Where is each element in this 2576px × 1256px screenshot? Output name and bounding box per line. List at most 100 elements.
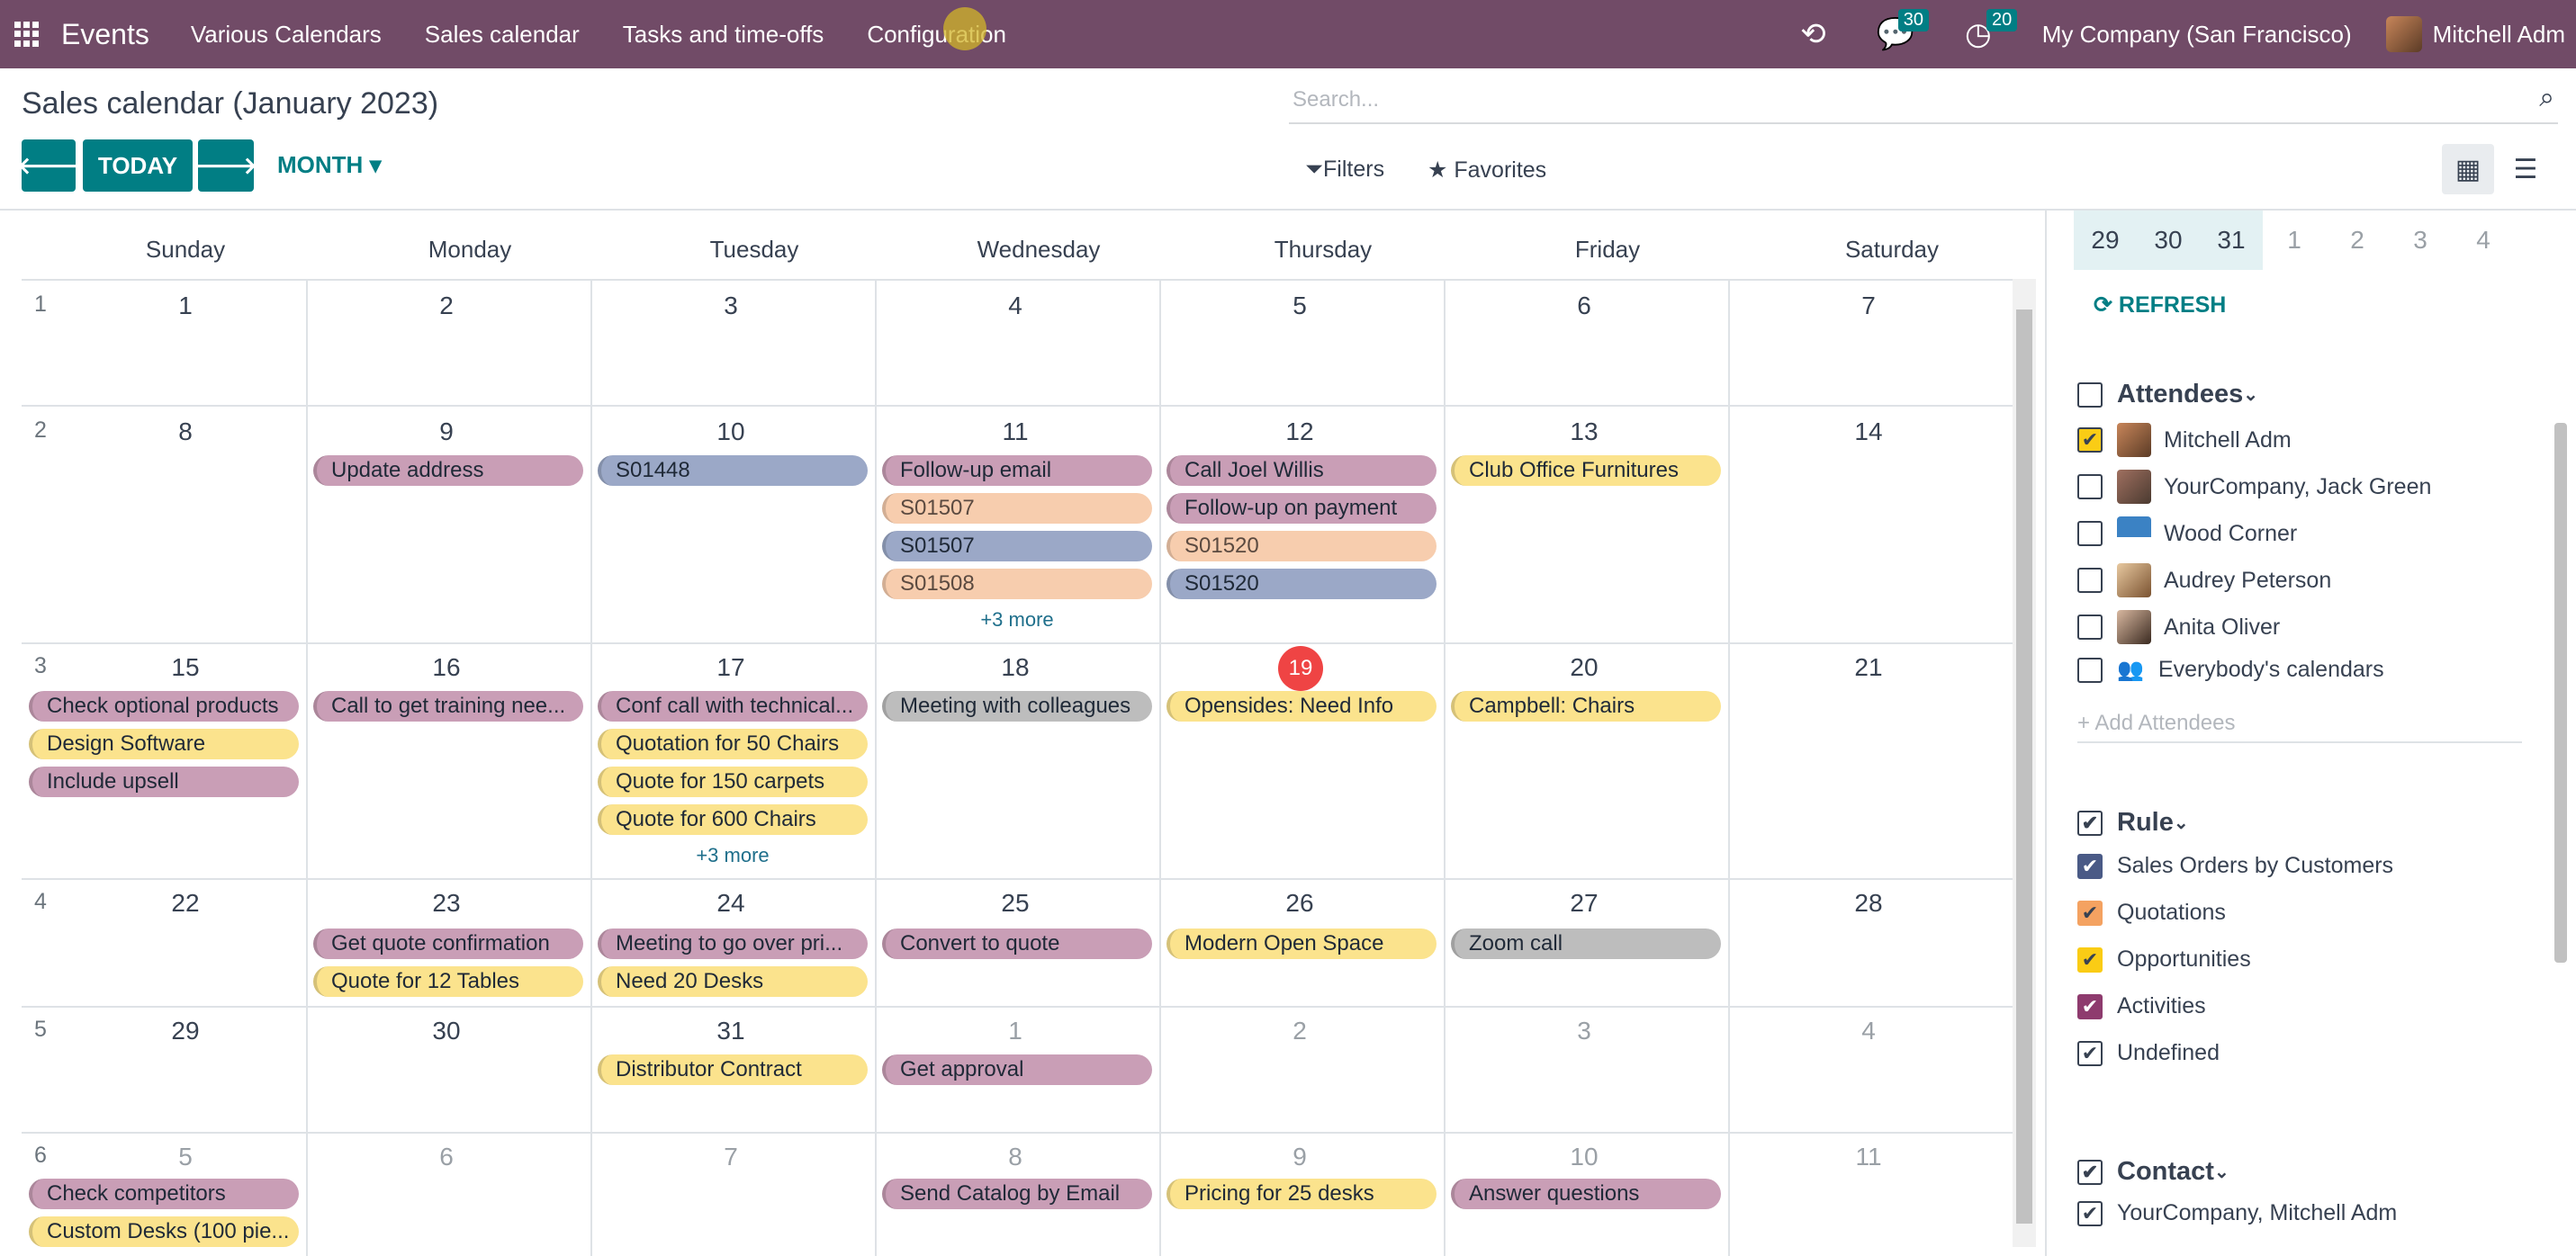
rule-checkbox[interactable]: ✔: [2077, 1040, 2103, 1066]
day-number[interactable]: 27: [1557, 889, 1611, 918]
month-scale-dropdown[interactable]: MONTH ▾: [277, 151, 382, 179]
user-avatar[interactable]: [2385, 16, 2422, 52]
more-events-link[interactable]: +3 more: [875, 608, 1159, 632]
day-number[interactable]: 2: [1273, 1017, 1327, 1045]
day-number[interactable]: 1: [988, 1017, 1042, 1045]
calendar-event[interactable]: Quote for 600 Chairs: [598, 804, 868, 835]
apps-menu-icon[interactable]: [14, 22, 40, 47]
contact-section-title[interactable]: ✔ Contact ⌄: [2077, 1157, 2229, 1187]
today-marker[interactable]: 19: [1278, 646, 1323, 691]
calendar-event[interactable]: Modern Open Space: [1166, 929, 1437, 959]
calendar-event[interactable]: Answer questions: [1451, 1179, 1721, 1209]
add-attendees-input[interactable]: + Add Attendees: [2077, 711, 2522, 743]
calendar-event[interactable]: Zoom call: [1451, 929, 1721, 959]
calendar-event[interactable]: Conf call with technical...: [598, 691, 868, 722]
day-number[interactable]: 2: [419, 292, 473, 320]
rule-filter-item[interactable]: ✔ Opportunities: [2077, 946, 2251, 973]
attendee-checkbox[interactable]: [2077, 657, 2103, 683]
rule-filter-item[interactable]: ✔ Quotations: [2077, 900, 2226, 926]
messages-icon[interactable]: 💬 30: [1877, 9, 1929, 52]
calendar-event[interactable]: Pricing for 25 desks: [1166, 1179, 1437, 1209]
calendar-event[interactable]: Design Software: [29, 729, 299, 759]
filters-toggle[interactable]: ⏷Filters: [1305, 157, 1384, 183]
day-number[interactable]: 16: [419, 653, 473, 682]
discuss-icon[interactable]: ⟲: [1800, 16, 1826, 52]
attendees-select-all-checkbox[interactable]: [2077, 381, 2103, 408]
rule-checkbox[interactable]: ✔: [2077, 993, 2103, 1019]
rule-filter-item[interactable]: ✔ Sales Orders by Customers: [2077, 853, 2393, 879]
day-number[interactable]: 12: [1273, 417, 1327, 446]
day-number[interactable]: 28: [1842, 889, 1896, 918]
more-events-link[interactable]: +3 more: [590, 844, 875, 867]
favorites-toggle[interactable]: ★ Favorites: [1428, 157, 1546, 184]
calendar-event[interactable]: S01520: [1166, 531, 1437, 561]
attendee-checkbox[interactable]: [2077, 568, 2103, 593]
attendee-filter-item[interactable]: YourCompany, Jack Green: [2077, 470, 2431, 504]
day-number[interactable]: 8: [988, 1143, 1042, 1171]
day-number[interactable]: 26: [1273, 889, 1327, 918]
day-number[interactable]: 6: [419, 1143, 473, 1171]
activities-icon[interactable]: ◷ 20: [1965, 9, 2018, 52]
contact-select-all-checkbox[interactable]: ✔: [2077, 1159, 2103, 1185]
calendar-event[interactable]: Send Catalog by Email: [882, 1179, 1152, 1209]
calendar-scroll-thumb[interactable]: [2016, 310, 2032, 1224]
day-number[interactable]: 22: [158, 889, 212, 918]
calendar-event[interactable]: S01508: [882, 569, 1152, 599]
calendar-event[interactable]: Update address: [313, 455, 583, 486]
contact-filter-item[interactable]: ✔ YourCompany, Mitchell Adm: [2077, 1200, 2397, 1226]
calendar-event[interactable]: Meeting with colleagues: [882, 691, 1152, 722]
day-number[interactable]: 17: [704, 653, 758, 682]
search-icon[interactable]: ⌕: [2539, 83, 2554, 113]
calendar-event[interactable]: Get approval: [882, 1054, 1152, 1085]
day-number[interactable]: 15: [158, 653, 212, 682]
day-number[interactable]: 8: [158, 417, 212, 446]
day-number[interactable]: 3: [704, 292, 758, 320]
search-input[interactable]: [1289, 79, 2464, 121]
calendar-grid[interactable]: 1 1 2 3 4 5 6 7 2 8 9 10 11 12 13 14 Upd…: [22, 279, 2013, 1256]
day-number[interactable]: 6: [1557, 292, 1611, 320]
calendar-event[interactable]: Follow-up email: [882, 455, 1152, 486]
calendar-event[interactable]: Quote for 150 carpets: [598, 767, 868, 797]
mini-day[interactable]: 1: [2263, 211, 2326, 270]
day-number[interactable]: 29: [158, 1017, 212, 1045]
rule-filter-item[interactable]: ✔ Undefined: [2077, 1040, 2220, 1066]
app-name[interactable]: Events: [61, 18, 149, 51]
calendar-event[interactable]: Opensides: Need Info: [1166, 691, 1437, 722]
rule-checkbox[interactable]: ✔: [2077, 946, 2103, 973]
user-menu[interactable]: Mitchell Adm: [2433, 21, 2565, 49]
day-number[interactable]: 9: [1273, 1143, 1327, 1171]
rule-filter-item[interactable]: ✔ Activities: [2077, 993, 2206, 1019]
day-number[interactable]: 3: [1557, 1017, 1611, 1045]
previous-button[interactable]: 🡐: [17, 139, 80, 192]
calendar-view-button[interactable]: ▦: [2442, 144, 2494, 194]
day-number[interactable]: 9: [419, 417, 473, 446]
day-number[interactable]: 31: [704, 1017, 758, 1045]
day-number[interactable]: 10: [1557, 1143, 1611, 1171]
day-number[interactable]: 21: [1842, 653, 1896, 682]
calendar-event[interactable]: S01507: [882, 493, 1152, 524]
calendar-event[interactable]: Include upsell: [29, 767, 299, 797]
calendar-event[interactable]: Follow-up on payment: [1166, 493, 1437, 524]
calendar-event[interactable]: Quote for 12 Tables: [313, 966, 583, 997]
menu-various-calendars[interactable]: Various Calendars: [191, 21, 382, 49]
calendar-event[interactable]: S01448: [598, 455, 868, 486]
calendar-event[interactable]: Convert to quote: [882, 929, 1152, 959]
day-number[interactable]: 7: [1842, 292, 1896, 320]
day-number[interactable]: 25: [988, 889, 1042, 918]
day-number[interactable]: 18: [988, 653, 1042, 682]
attendee-checkbox[interactable]: ✔: [2077, 427, 2103, 453]
attendee-filter-item[interactable]: Audrey Peterson: [2077, 563, 2331, 597]
calendar-event[interactable]: Campbell: Chairs: [1451, 691, 1721, 722]
calendar-event[interactable]: Check competitors: [29, 1179, 299, 1209]
today-button[interactable]: TODAY: [83, 139, 193, 192]
mini-day[interactable]: 4: [2452, 211, 2515, 270]
calendar-event[interactable]: Get quote confirmation: [313, 929, 583, 959]
day-number[interactable]: 11: [1842, 1143, 1896, 1171]
day-number[interactable]: 11: [988, 417, 1042, 446]
mini-day[interactable]: 31: [2200, 211, 2263, 270]
refresh-button[interactable]: ⟳ REFRESH: [2094, 292, 2226, 318]
calendar-event[interactable]: Custom Desks (100 pie...: [29, 1216, 299, 1247]
company-switcher[interactable]: My Company (San Francisco): [2042, 21, 2352, 49]
attendee-checkbox[interactable]: [2077, 615, 2103, 640]
attendee-checkbox[interactable]: [2077, 474, 2103, 499]
